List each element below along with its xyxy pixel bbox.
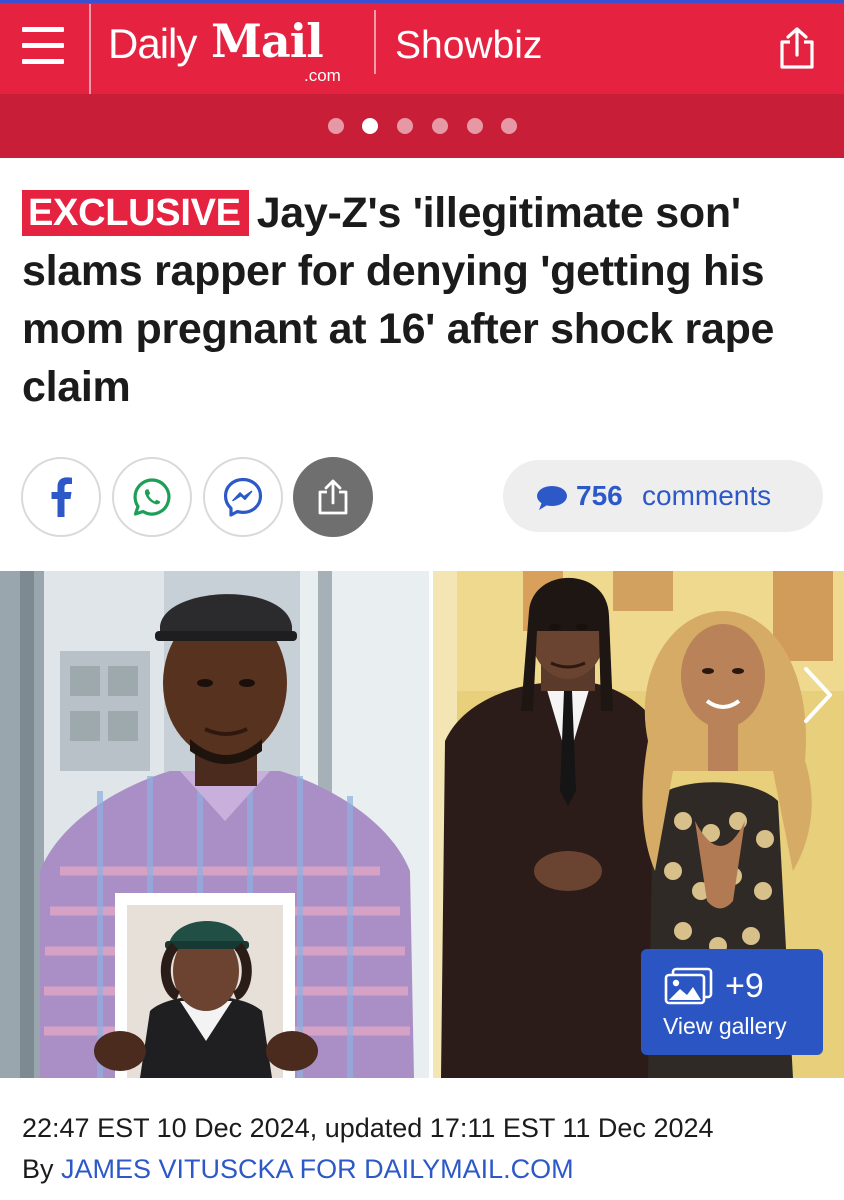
byline: By JAMES VITUSCKA FOR DAILYMAIL.COM bbox=[22, 1154, 574, 1185]
hamburger-line bbox=[22, 59, 64, 64]
daily-mail-logo[interactable]: Daily Mail .com bbox=[108, 14, 358, 86]
carousel-dot-active[interactable] bbox=[362, 118, 378, 134]
view-gallery-label: View gallery bbox=[663, 1013, 787, 1039]
section-carousel-bar bbox=[0, 94, 844, 158]
chevron-right-icon[interactable] bbox=[800, 665, 836, 725]
logo-com-text: .com bbox=[304, 66, 341, 85]
carousel-dot[interactable] bbox=[501, 118, 517, 134]
facebook-icon bbox=[51, 477, 72, 517]
gallery-icon bbox=[664, 967, 713, 1005]
carousel-dot[interactable] bbox=[397, 118, 413, 134]
gallery-count: +9 bbox=[725, 967, 764, 1005]
carousel-dot[interactable] bbox=[328, 118, 344, 134]
comments-label: comments bbox=[642, 480, 772, 511]
more-share-button[interactable] bbox=[293, 457, 373, 537]
author-link[interactable]: JAMES VITUSCKA FOR DAILYMAIL.COM bbox=[61, 1154, 574, 1184]
messenger-icon bbox=[223, 477, 263, 517]
exclusive-badge: EXCLUSIVE bbox=[22, 190, 249, 236]
article-headline: EXCLUSIVE Jay-Z's 'illegitimate son' slam… bbox=[22, 184, 822, 416]
logo-daily-text: Daily bbox=[108, 20, 197, 67]
comments-count: 756 bbox=[576, 480, 623, 511]
hamburger-line bbox=[22, 27, 64, 32]
whatsapp-share-button[interactable] bbox=[112, 457, 192, 537]
section-title[interactable]: Showbiz bbox=[395, 24, 542, 68]
carousel-dot[interactable] bbox=[467, 118, 483, 134]
view-gallery-button[interactable]: +9 View gallery bbox=[641, 949, 823, 1055]
comments-button[interactable]: 756 comments bbox=[503, 460, 823, 532]
share-icon[interactable] bbox=[776, 26, 818, 70]
header-divider bbox=[374, 10, 376, 74]
top-edge-accent bbox=[0, 0, 844, 3]
hamburger-icon[interactable] bbox=[22, 27, 64, 65]
header-divider bbox=[89, 4, 91, 94]
article-photo-man-holding-portrait[interactable] bbox=[0, 571, 429, 1078]
whatsapp-icon bbox=[133, 478, 171, 516]
comment-bubble-icon bbox=[537, 486, 567, 510]
byline-prefix: By bbox=[22, 1154, 54, 1184]
messenger-share-button[interactable] bbox=[203, 457, 283, 537]
hamburger-line bbox=[22, 43, 64, 48]
logo-mail-text: Mail bbox=[211, 14, 324, 68]
share-icon bbox=[318, 479, 348, 515]
carousel-dot[interactable] bbox=[432, 118, 448, 134]
publish-date: 22:47 EST 10 Dec 2024, updated 17:11 EST… bbox=[22, 1113, 714, 1143]
facebook-share-button[interactable] bbox=[21, 457, 101, 537]
